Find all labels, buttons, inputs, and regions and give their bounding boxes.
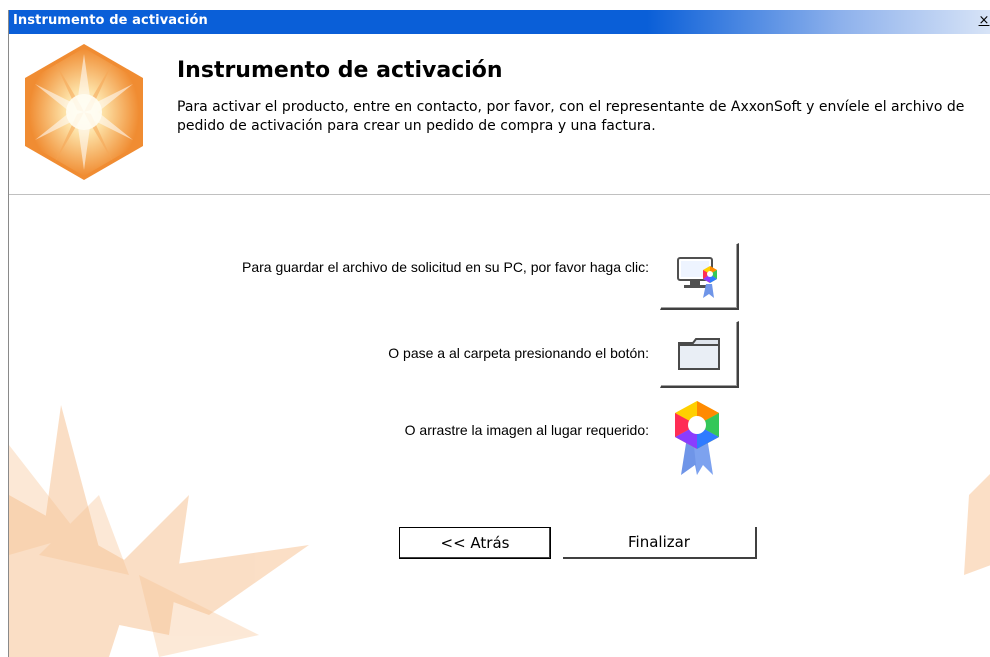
back-button[interactable]: << Atrás bbox=[399, 527, 551, 559]
axxon-star-logo-icon bbox=[25, 44, 143, 180]
save-request-label: Para guardar el archivo de solicitud en … bbox=[242, 259, 649, 275]
save-request-button[interactable] bbox=[660, 243, 739, 310]
title-bar[interactable]: Instrumento de activación × bbox=[9, 10, 990, 34]
save-request-icon bbox=[677, 257, 717, 298]
wizard-header: Instrumento de activación Para activar e… bbox=[9, 34, 990, 195]
folder-icon bbox=[678, 338, 720, 370]
close-button[interactable]: × bbox=[977, 13, 990, 29]
page-description: Para activar el producto, entre en conta… bbox=[177, 99, 965, 134]
activation-window: Instrumento de activación × Instrumento … bbox=[8, 10, 990, 657]
folder-label: O pase a al carpeta presionando el botón… bbox=[388, 345, 649, 361]
finish-button[interactable]: Finalizar bbox=[563, 527, 757, 559]
drag-image-label: O arrastre la imagen al lugar requerido: bbox=[404, 422, 649, 438]
page-title: Instrumento de activación bbox=[177, 58, 503, 83]
window-title: Instrumento de activación bbox=[13, 13, 208, 28]
open-folder-button[interactable] bbox=[660, 321, 739, 388]
activation-ribbon-icon[interactable] bbox=[667, 399, 727, 475]
wizard-body: Para guardar el archivo de solicitud en … bbox=[9, 195, 990, 657]
